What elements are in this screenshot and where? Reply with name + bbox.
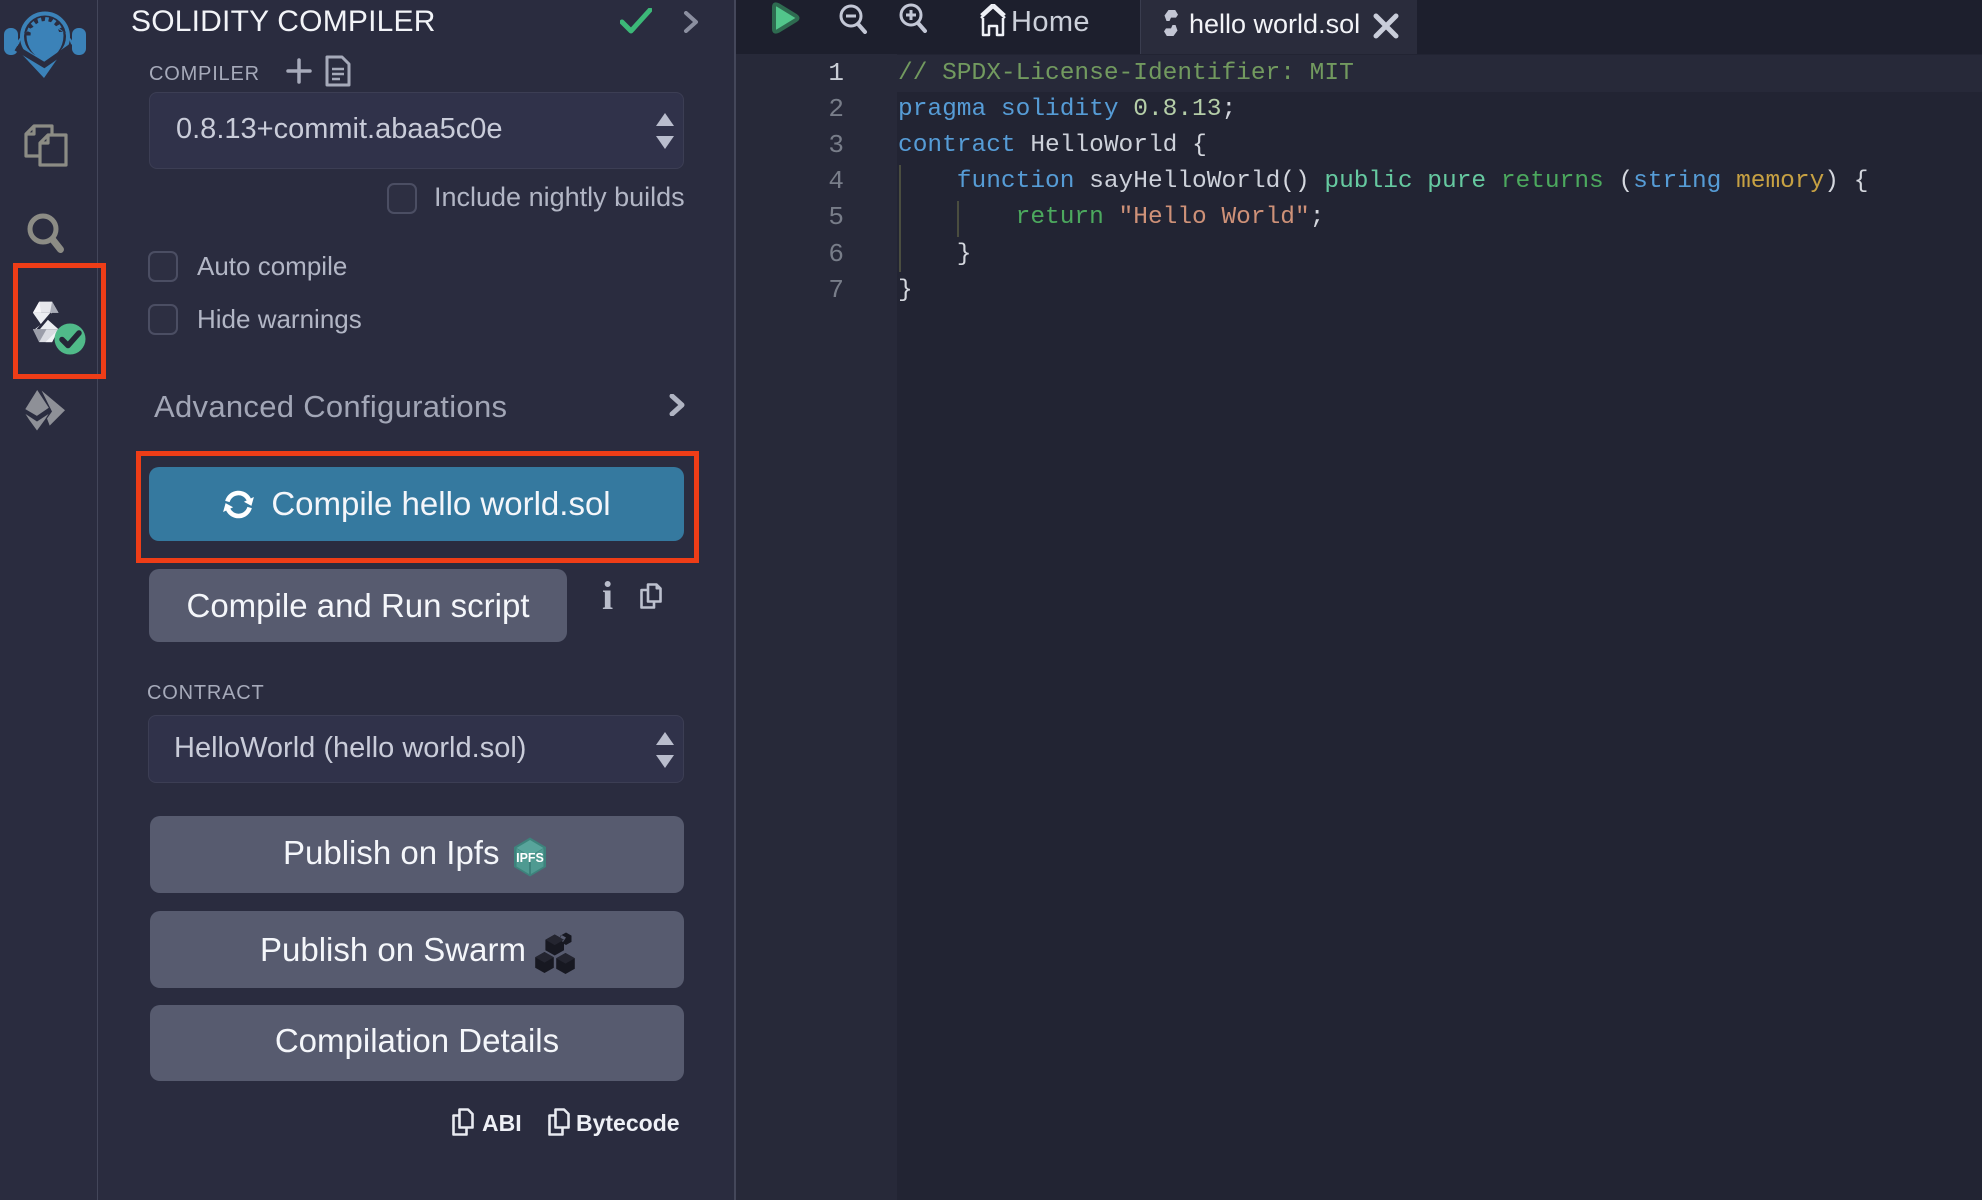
svg-text:IPFS: IPFS	[516, 851, 544, 865]
